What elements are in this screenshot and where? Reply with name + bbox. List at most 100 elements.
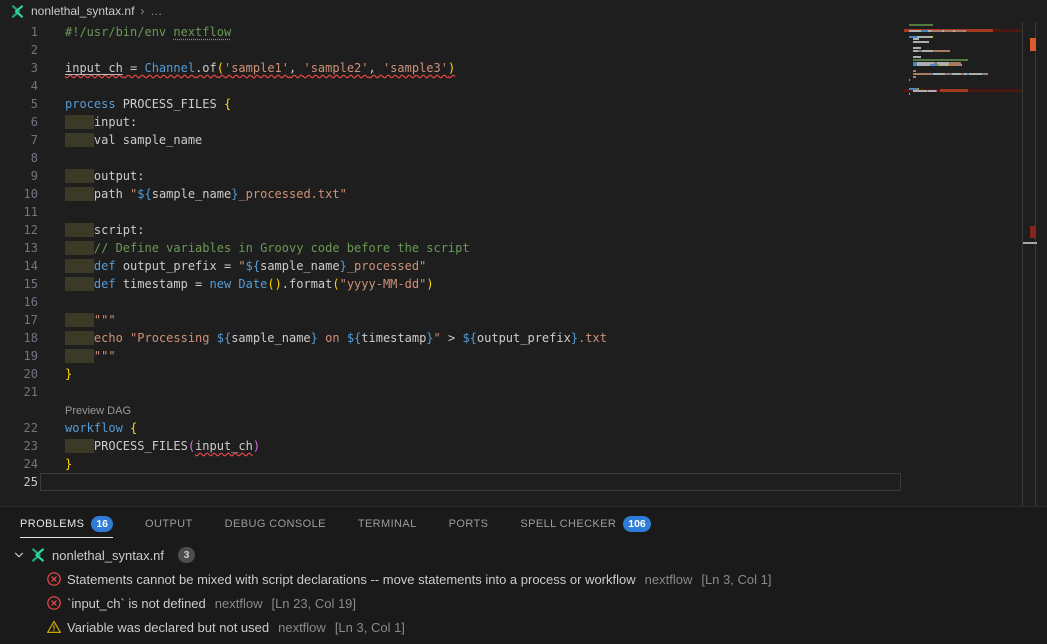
code-line[interactable]: 20} <box>0 365 901 383</box>
code-token: input_ch <box>195 439 253 453</box>
line-number[interactable]: 3 <box>0 59 38 77</box>
code-line[interactable]: 19 """ <box>0 347 901 365</box>
line-number[interactable]: 17 <box>0 311 38 329</box>
breadcrumb-symbol-ellipsis[interactable]: … <box>150 4 162 18</box>
code-line[interactable]: 10 path "${sample_name}_processed.txt" <box>0 185 901 203</box>
code-token: Date <box>238 277 267 291</box>
code-token <box>65 133 94 147</box>
code-line[interactable]: Preview DAG <box>0 401 901 419</box>
line-number[interactable]: 10 <box>0 185 38 203</box>
line-number[interactable]: 6 <box>0 113 38 131</box>
problem-row[interactable]: `input_ch` is not defined nextflow [Ln 2… <box>0 591 1047 615</box>
minimap-token <box>917 36 932 38</box>
problems-tree: nonlethal_syntax.nf 3 Statements cannot … <box>0 541 1047 639</box>
code-line[interactable]: 9 output: <box>0 167 901 185</box>
line-number[interactable]: 19 <box>0 347 38 365</box>
tab-problems[interactable]: PROBLEMS 16 <box>20 507 113 541</box>
code-token <box>65 259 94 273</box>
code-line[interactable]: 23 PROCESS_FILES(input_ch) <box>0 437 901 455</box>
line-number[interactable]: 11 <box>0 203 38 221</box>
code-line[interactable]: 1#!/usr/bin/env nextflow <box>0 23 901 41</box>
problem-row[interactable]: Variable was declared but not used nextf… <box>0 615 1047 639</box>
line-code: """ <box>40 347 901 365</box>
problem-message: Statements cannot be mixed with script d… <box>67 572 636 587</box>
minimap-token <box>909 30 917 32</box>
line-number[interactable]: 16 <box>0 293 38 311</box>
line-code: } <box>40 365 901 383</box>
line-number[interactable]: 14 <box>0 257 38 275</box>
problems-file-row[interactable]: nonlethal_syntax.nf 3 <box>0 543 1047 567</box>
code-line[interactable]: 3input_ch = Channel.of('sample1', 'sampl… <box>0 59 901 77</box>
code-line[interactable]: 8 <box>0 149 901 167</box>
code-line[interactable]: 24} <box>0 455 901 473</box>
problem-message: `input_ch` is not defined <box>67 596 206 611</box>
code-line[interactable]: 12 script: <box>0 221 901 239</box>
line-number[interactable]: 8 <box>0 149 38 167</box>
code-token: PROCESS_FILES <box>123 97 224 111</box>
editor[interactable]: 1#!/usr/bin/env nextflow23input_ch = Cha… <box>0 22 1047 506</box>
codelens-preview-dag[interactable]: Preview DAG <box>65 405 131 417</box>
problem-row[interactable]: Statements cannot be mixed with script d… <box>0 567 1047 591</box>
code-token: } <box>65 367 72 381</box>
line-number[interactable]: 24 <box>0 455 38 473</box>
code-line[interactable]: 2 <box>0 41 901 59</box>
line-number[interactable]: 5 <box>0 95 38 113</box>
code-token: ( <box>332 277 339 291</box>
line-number[interactable]: 12 <box>0 221 38 239</box>
code-line[interactable]: 17 """ <box>0 311 901 329</box>
tab-debug-console[interactable]: DEBUG CONSOLE <box>225 507 326 541</box>
chevron-down-icon[interactable] <box>12 548 28 562</box>
line-number[interactable]: 22 <box>0 419 38 437</box>
minimap-token <box>969 73 983 75</box>
breadcrumb-filename[interactable]: nonlethal_syntax.nf <box>31 4 134 18</box>
code-line[interactable]: 14 def output_prefix = "${sample_name}_p… <box>0 257 901 275</box>
line-number[interactable]: 13 <box>0 239 38 257</box>
code-line[interactable]: 21 <box>0 383 901 401</box>
code-line[interactable]: 6 input: <box>0 113 901 131</box>
code-token <box>65 187 94 201</box>
tab-terminal[interactable]: TERMINAL <box>358 507 417 541</box>
code-line[interactable]: 7 val sample_name <box>0 131 901 149</box>
codelens-row[interactable]: Preview DAG <box>40 401 901 419</box>
code-token: ( <box>188 439 195 453</box>
overview-ruler[interactable] <box>1022 22 1036 506</box>
code-line[interactable]: 5process PROCESS_FILES { <box>0 95 901 113</box>
bottom-panel: PROBLEMS 16 OUTPUT DEBUG CONSOLE TERMINA… <box>0 506 1047 644</box>
line-number[interactable]: 18 <box>0 329 38 347</box>
code-token: ) <box>426 277 433 291</box>
line-number[interactable]: 20 <box>0 365 38 383</box>
code-line[interactable]: 11 <box>0 203 901 221</box>
code-line[interactable]: 15 def timestamp = new Date().format("yy… <box>0 275 901 293</box>
code-line[interactable]: 13 // Define variables in Groovy code be… <box>0 239 901 257</box>
line-number[interactable]: 23 <box>0 437 38 455</box>
line-number[interactable] <box>0 401 38 419</box>
problems-file-count-badge: 3 <box>178 547 195 563</box>
code-line[interactable]: 22workflow { <box>0 419 901 437</box>
code-token: sample_name <box>260 259 339 273</box>
code-line[interactable]: 16 <box>0 293 901 311</box>
minimap-token <box>913 41 929 43</box>
code-token: "yyyy-MM-dd" <box>340 277 427 291</box>
code-token: on <box>318 331 347 345</box>
line-number[interactable]: 21 <box>0 383 38 401</box>
tab-spell-checker[interactable]: SPELL CHECKER 106 <box>520 507 650 541</box>
line-number[interactable]: 2 <box>0 41 38 59</box>
ruler-error-mark-lower <box>1030 226 1036 238</box>
code-line[interactable]: 4 <box>0 77 901 95</box>
tab-ports[interactable]: PORTS <box>449 507 489 541</box>
line-number[interactable]: 15 <box>0 275 38 293</box>
line-number[interactable]: 7 <box>0 131 38 149</box>
tab-output[interactable]: OUTPUT <box>145 507 193 541</box>
minimap[interactable] <box>904 22 1022 502</box>
line-code: workflow { <box>40 419 901 437</box>
line-number[interactable]: 1 <box>0 23 38 41</box>
code-line[interactable]: 25 <box>0 473 901 491</box>
line-number[interactable]: 9 <box>0 167 38 185</box>
line-number[interactable]: 25 <box>0 473 38 491</box>
line-number[interactable]: 4 <box>0 77 38 95</box>
code-lines: 1#!/usr/bin/env nextflow23input_ch = Cha… <box>0 23 901 491</box>
code-line[interactable]: 18 echo "Processing ${sample_name} on ${… <box>0 329 901 347</box>
code-token: .format <box>282 277 333 291</box>
problem-message: Variable was declared but not used <box>67 620 269 635</box>
minimap-token <box>949 64 962 66</box>
